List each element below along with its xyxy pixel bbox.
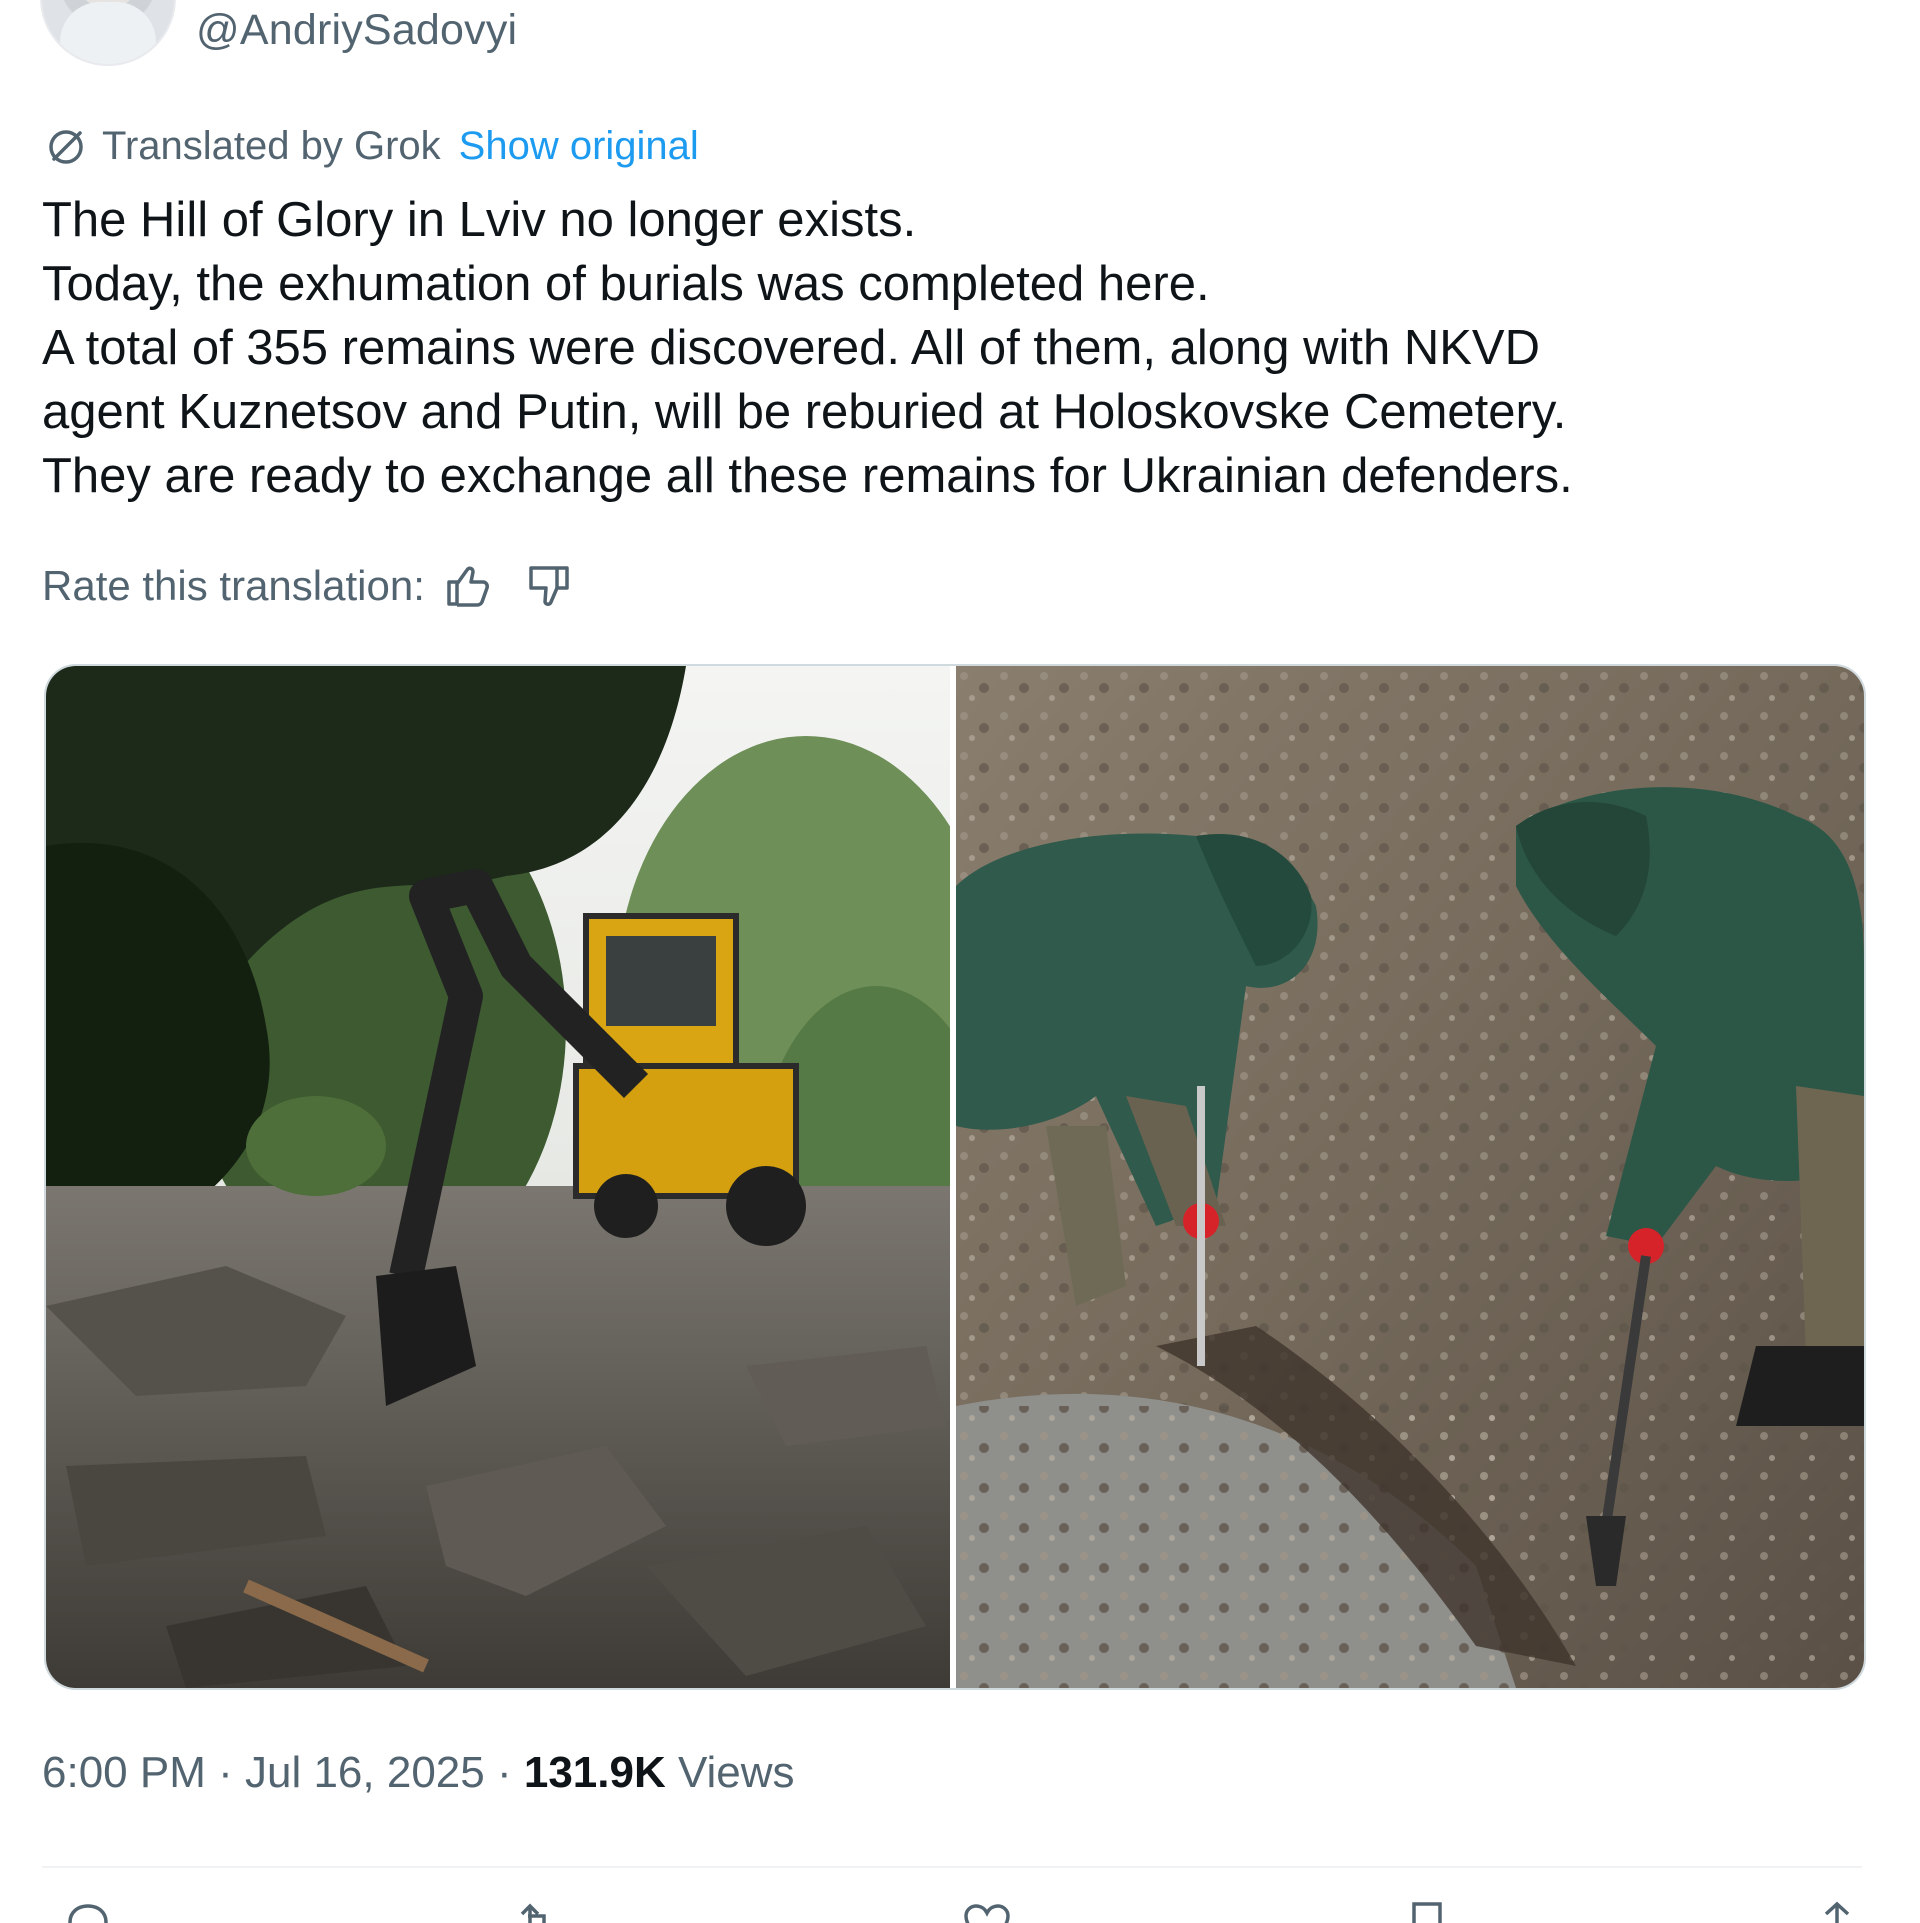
- show-original-link[interactable]: Show original: [459, 124, 699, 169]
- tweet-line: Today, the exhumation of burials was com…: [42, 257, 1210, 311]
- avatar[interactable]: [40, 0, 176, 66]
- bookmark-icon[interactable]: [1402, 1900, 1452, 1923]
- share-icon[interactable]: [1812, 1900, 1862, 1923]
- media-grid: [44, 664, 1866, 1690]
- meta-separator: ·: [205, 1748, 245, 1797]
- thumbs-down-icon[interactable]: [523, 560, 575, 612]
- meta-separator: ·: [484, 1748, 524, 1797]
- tweet-time[interactable]: 6:00 PM: [42, 1748, 206, 1797]
- like-icon[interactable]: [962, 1900, 1012, 1923]
- photo-workers[interactable]: [956, 666, 1864, 1688]
- translated-by-label: Translated by Grok: [102, 124, 441, 168]
- divider: [42, 1866, 1862, 1868]
- thumbs-up-icon[interactable]: [441, 560, 493, 612]
- tweet-page: @AndriySadovyi Translated by Grok Show o…: [0, 0, 1920, 1923]
- workers-photo-icon: [956, 666, 1864, 1688]
- tweet-line: They are ready to exchange all these rem…: [42, 449, 1573, 503]
- views-count: 131.9K: [523, 1748, 666, 1797]
- tweet-line: agent Kuznetsov and Putin, will be rebur…: [42, 385, 1567, 439]
- grok-icon: [49, 129, 83, 164]
- avatar-figure: [60, 2, 156, 64]
- excavator-photo-icon: [46, 666, 950, 1688]
- rate-translation-label: Rate this translation:: [42, 562, 425, 609]
- reply-icon[interactable]: [62, 1900, 112, 1923]
- photo-excavator[interactable]: [46, 666, 950, 1688]
- tweet-line: The Hill of Glory in Lviv no longer exis…: [42, 193, 917, 247]
- tweet-meta: 6:00 PM · Jul 16, 2025 · 131.9K Views: [42, 1748, 795, 1798]
- views-label: Views: [665, 1748, 795, 1797]
- repost-icon[interactable]: [512, 1900, 562, 1923]
- rate-translation: Rate this translation:: [42, 560, 575, 612]
- tweet-text: The Hill of Glory in Lviv no longer exis…: [42, 188, 1882, 508]
- action-bar: [42, 1900, 1862, 1923]
- translation-notice: Translated by Grok Show original: [44, 124, 699, 169]
- tweet-line: A total of 355 remains were discovered. …: [42, 321, 1540, 375]
- tweet-date[interactable]: Jul 16, 2025: [245, 1748, 485, 1797]
- author-handle[interactable]: @AndriySadovyi: [196, 6, 517, 55]
